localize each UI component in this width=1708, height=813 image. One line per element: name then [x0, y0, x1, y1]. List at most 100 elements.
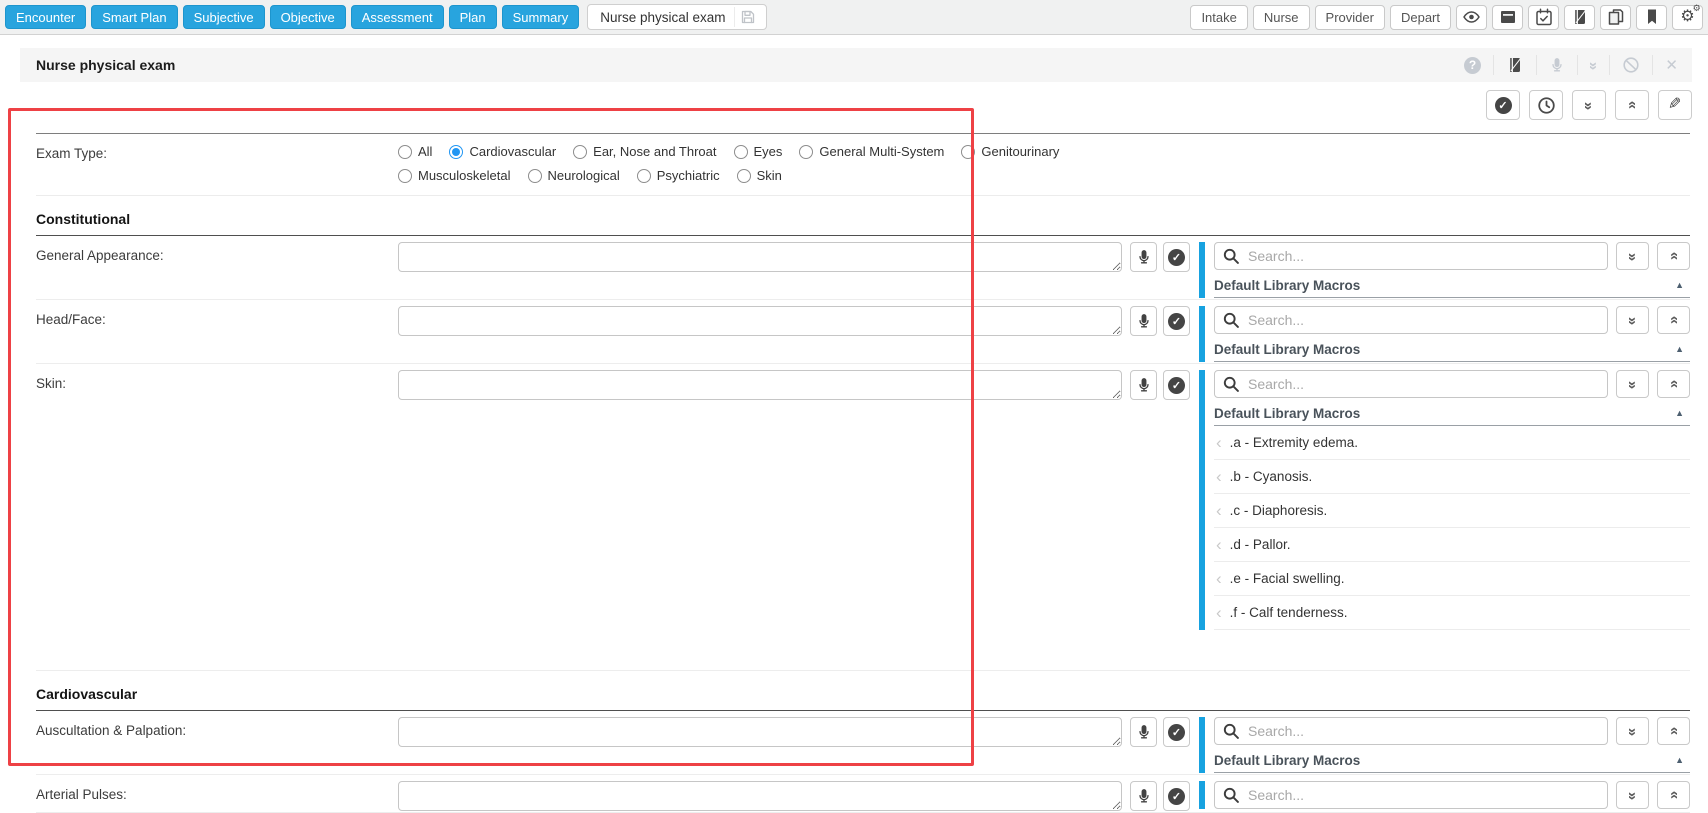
auscultation-palpation-textarea[interactable]: [398, 717, 1122, 747]
help-icon[interactable]: ?: [1452, 55, 1493, 75]
collapse-results-button[interactable]: »: [1657, 242, 1690, 270]
search-icon: [1223, 248, 1239, 264]
copy-pages-button[interactable]: [1600, 5, 1631, 30]
disable-icon[interactable]: [1609, 55, 1652, 75]
arterial-pulses-textarea[interactable]: [398, 781, 1122, 811]
radio-option-ear-nose-and-throat[interactable]: Ear, Nose and Throat: [573, 144, 716, 159]
radio-option-all[interactable]: All: [398, 144, 432, 159]
radio-option-cardiovascular[interactable]: Cardiovascular: [449, 144, 556, 159]
macro-library-header[interactable]: Default Library Macros▲: [1214, 402, 1690, 426]
radio-option-eyes[interactable]: Eyes: [734, 144, 783, 159]
macro-search-input[interactable]: [1214, 306, 1608, 334]
bookmark-button[interactable]: [1636, 5, 1667, 30]
archive-box-button[interactable]: [1492, 5, 1523, 30]
book-icon[interactable]: [1493, 55, 1536, 75]
microphone-icon: [1136, 313, 1152, 330]
radio-label: All: [418, 144, 432, 159]
collapse-section-icon[interactable]: »: [1577, 55, 1609, 75]
nav-button-assessment[interactable]: Assessment: [351, 5, 444, 29]
radio-circle-icon: [398, 145, 412, 159]
collapse-results-button[interactable]: »: [1657, 370, 1690, 398]
radio-option-neurological[interactable]: Neurological: [528, 168, 620, 183]
radio-option-general-multi-system[interactable]: General Multi-System: [799, 144, 944, 159]
confirm-button[interactable]: ✓: [1163, 242, 1190, 272]
expand-results-button[interactable]: »: [1616, 306, 1649, 334]
chevron-double-down-icon: »: [1625, 791, 1640, 798]
collapse-results-button[interactable]: »: [1657, 717, 1690, 745]
macro-search: [1214, 717, 1608, 745]
expand-all-icon: »: [1585, 98, 1592, 113]
macro-search: [1214, 306, 1608, 334]
macro-library-header[interactable]: Default Library Macros▲: [1214, 274, 1690, 298]
nav-button-plan[interactable]: Plan: [449, 5, 497, 29]
macro-item[interactable]: ‹.c - Diaphoresis.: [1214, 494, 1690, 528]
document-tab[interactable]: Nurse physical exam: [587, 4, 766, 30]
macro-library-header[interactable]: Default Library Macros▲: [1214, 338, 1690, 362]
radio-option-psychiatric[interactable]: Psychiatric: [637, 168, 720, 183]
expand-results-button[interactable]: »: [1616, 781, 1649, 809]
collapse-results-button[interactable]: »: [1657, 306, 1690, 334]
macro-item[interactable]: ‹.a - Extremity edema.: [1214, 426, 1690, 460]
dictate-button[interactable]: [1130, 242, 1157, 272]
macro-item[interactable]: ‹.f - Calf tenderness.: [1214, 596, 1690, 630]
macro-search-input[interactable]: [1214, 717, 1608, 745]
collapse-results-button[interactable]: »: [1657, 781, 1690, 809]
macro-item[interactable]: ‹.b - Cyanosis.: [1214, 460, 1690, 494]
macro-item-label: .f - Calf tenderness.: [1230, 605, 1348, 620]
nav-button-subjective[interactable]: Subjective: [183, 5, 265, 29]
expand-results-button[interactable]: »: [1616, 370, 1649, 398]
nav-button-encounter[interactable]: Encounter: [5, 5, 86, 29]
save-icon[interactable]: [734, 7, 762, 27]
expand-results-button[interactable]: »: [1616, 717, 1649, 745]
book-button[interactable]: [1564, 5, 1595, 30]
confirm-button[interactable]: ✓: [1163, 306, 1190, 336]
mark-complete-button[interactable]: ✓: [1486, 90, 1520, 120]
stage-button-nurse[interactable]: Nurse: [1253, 5, 1310, 30]
dictate-button[interactable]: [1130, 781, 1157, 811]
history-clock-button[interactable]: [1529, 90, 1563, 120]
nav-button-summary[interactable]: Summary: [502, 5, 580, 29]
macro-item[interactable]: ‹.e - Facial swelling.: [1214, 562, 1690, 596]
macro-search-input[interactable]: [1214, 781, 1608, 809]
stage-button-depart[interactable]: Depart: [1390, 5, 1451, 30]
dictate-button[interactable]: [1130, 306, 1157, 336]
macro-library-title: Default Library Macros: [1214, 278, 1360, 293]
confirm-button[interactable]: ✓: [1163, 781, 1190, 811]
head-face-textarea[interactable]: [398, 306, 1122, 336]
radio-label: Skin: [757, 168, 782, 183]
macro-search-input[interactable]: [1214, 370, 1608, 398]
edit-pencil-button[interactable]: ✎: [1658, 90, 1692, 120]
nav-button-smart-plan[interactable]: Smart Plan: [91, 5, 177, 29]
toolbar-icon-group: ⚙⚙: [1456, 5, 1703, 30]
radio-circle-icon: [449, 145, 463, 159]
microphone-icon[interactable]: [1536, 55, 1577, 75]
search-icon: [1223, 376, 1239, 392]
collapse-all-button[interactable]: »: [1615, 90, 1649, 120]
calendar-check-button[interactable]: [1528, 5, 1559, 30]
macro-library-header[interactable]: Default Library Macros▲: [1214, 749, 1690, 773]
field-label: Arterial Pulses:: [36, 781, 398, 802]
confirm-button[interactable]: ✓: [1163, 717, 1190, 747]
gears-button[interactable]: ⚙⚙: [1672, 5, 1703, 30]
general-appearance-textarea[interactable]: [398, 242, 1122, 272]
stage-button-provider[interactable]: Provider: [1315, 5, 1385, 30]
stage-button-intake[interactable]: Intake: [1190, 5, 1247, 30]
exam-type-options: All Cardiovascular Ear, Nose and Throat Eye…: [398, 140, 1059, 187]
chevron-left-icon: ‹: [1216, 536, 1222, 553]
radio-option-genitourinary[interactable]: Genitourinary: [961, 144, 1059, 159]
confirm-button[interactable]: ✓: [1163, 370, 1190, 400]
eye-button[interactable]: [1456, 5, 1487, 30]
macro-search-input[interactable]: [1214, 242, 1608, 270]
nav-button-objective[interactable]: Objective: [270, 5, 346, 29]
expand-all-button[interactable]: »: [1572, 90, 1606, 120]
expand-results-button[interactable]: »: [1616, 242, 1649, 270]
radio-option-musculoskeletal[interactable]: Musculoskeletal: [398, 168, 511, 183]
dictate-button[interactable]: [1130, 717, 1157, 747]
skin-textarea[interactable]: [398, 370, 1122, 400]
close-icon[interactable]: ✕: [1652, 55, 1690, 75]
dictate-button[interactable]: [1130, 370, 1157, 400]
field-row-skin: Skin:✓»»Default Library Macros▲‹.a - Ext…: [36, 364, 1690, 671]
radio-option-skin[interactable]: Skin: [737, 168, 782, 183]
macro-item[interactable]: ‹.d - Pallor.: [1214, 528, 1690, 562]
radio-circle-icon: [573, 145, 587, 159]
